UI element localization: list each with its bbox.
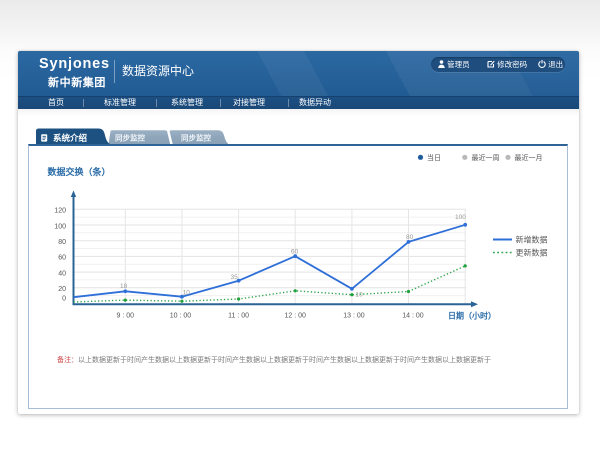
- svg-text:同步监控: 同步监控: [115, 133, 145, 143]
- svg-text:系统介绍: 系统介绍: [53, 133, 88, 143]
- svg-text:同步监控: 同步监控: [181, 133, 211, 143]
